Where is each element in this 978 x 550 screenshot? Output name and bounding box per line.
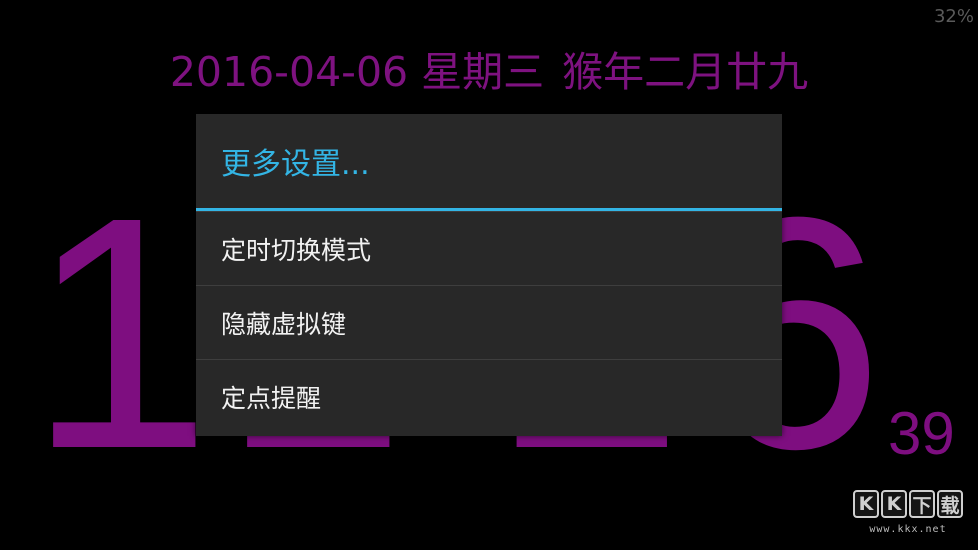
watermark: K K 下 载 www.kkx.net bbox=[852, 490, 964, 544]
dialog-title: 更多设置... bbox=[196, 114, 782, 211]
menu-item-fixed-reminder[interactable]: 定点提醒 bbox=[196, 359, 782, 433]
hour-tens-digit: 1 bbox=[28, 148, 212, 517]
watermark-logo-zai: 载 bbox=[937, 490, 963, 518]
menu-item-timed-switch-mode[interactable]: 定时切换模式 bbox=[196, 211, 782, 285]
seconds-display: 39 bbox=[888, 400, 955, 467]
watermark-logo-k1: K bbox=[853, 490, 879, 518]
settings-dialog: 更多设置... 定时切换模式 隐藏虚拟键 定点提醒 bbox=[196, 114, 782, 436]
watermark-logo-xia: 下 bbox=[909, 490, 935, 518]
watermark-logo-k2: K bbox=[881, 490, 907, 518]
watermark-logo: K K 下 载 bbox=[852, 490, 964, 518]
menu-item-hide-virtual-keys[interactable]: 隐藏虚拟键 bbox=[196, 285, 782, 359]
watermark-url: www.kkx.net bbox=[869, 524, 947, 535]
